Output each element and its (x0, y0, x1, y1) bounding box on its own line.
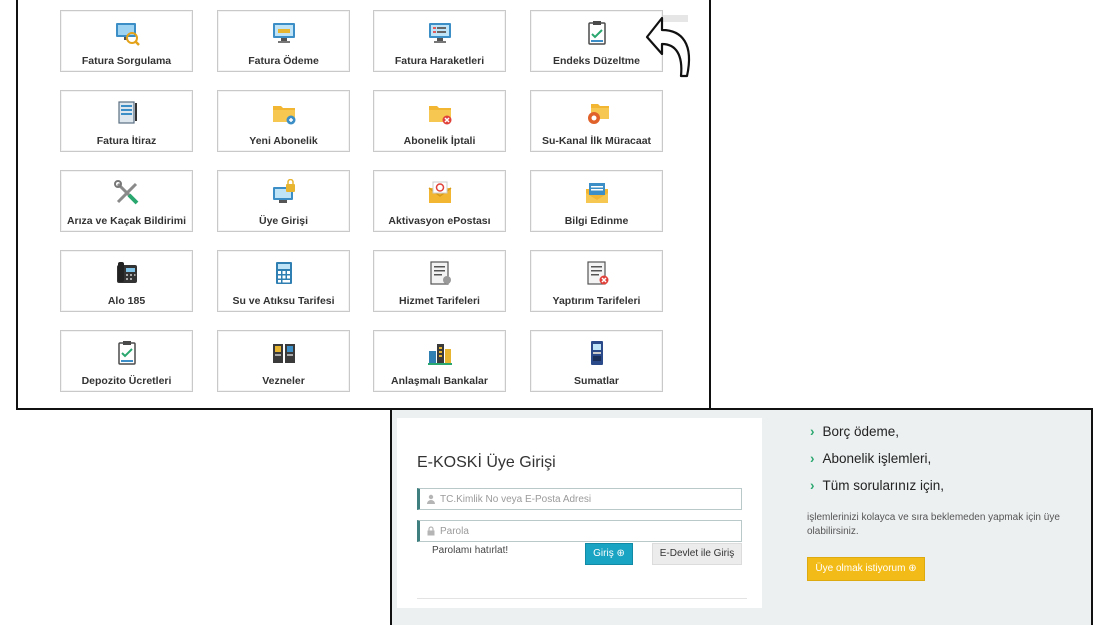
envelope-letter-icon (585, 183, 608, 203)
tile-label: Fatura Sorgulama (81, 55, 172, 67)
monitor-payment-icon (272, 23, 295, 43)
tile-vezneler[interactable]: Vezneler (217, 330, 350, 392)
tile-label: Fatura İtiraz (96, 135, 157, 147)
login-form: E-KOSKİ Üye Girişi Parolamı hatırlat! Gi… (397, 418, 762, 608)
tile-yaptirim-tarifeleri[interactable]: Yaptırım Tarifeleri (530, 250, 663, 312)
document-list-icon (429, 261, 451, 285)
chevron-right-icon: › (810, 424, 815, 439)
login-panel: E-KOSKİ Üye Girişi Parolamı hatırlat! Gi… (390, 408, 1093, 625)
tile-label: Anlaşmalı Bankalar (391, 375, 488, 387)
membership-description: işlemlerinizi kolayca ve sıra beklemeden… (807, 512, 1060, 537)
tile-label: Hizmet Tarifeleri (399, 295, 480, 307)
tile-depozito-ucretleri[interactable]: Depozito Ücretleri (60, 330, 193, 392)
curved-back-arrow-icon (645, 16, 691, 78)
forgot-password-link[interactable]: Parolamı hatırlat! (432, 545, 508, 556)
services-panel: Fatura Sorgulama Fatura Ödeme Fatura Har… (16, 0, 711, 410)
tile-label: Aktivasyon ePostası (388, 215, 491, 227)
clipboard-check-icon (117, 341, 136, 365)
folder-cancel-icon (428, 106, 451, 125)
envelope-at-icon (428, 181, 451, 203)
telephone-icon (116, 262, 137, 283)
atm-kiosk-icon (590, 341, 603, 365)
tile-label: Su-Kanal İlk Müracaat (541, 135, 652, 147)
password-input[interactable] (440, 523, 735, 539)
tile-anlasmali-bankalar[interactable]: Anlaşmalı Bankalar (373, 330, 506, 392)
tile-label: Yaptırım Tarifeleri (552, 295, 641, 307)
tools-icon (113, 180, 138, 205)
benefit-item-2: › Abonelik işlemleri, (810, 451, 931, 466)
tile-label: Fatura Haraketleri (394, 55, 485, 67)
password-field[interactable] (417, 520, 742, 542)
cashier-desk-icon (272, 344, 295, 363)
lock-icon (427, 526, 435, 536)
folder-gear-icon (587, 104, 609, 124)
username-input[interactable] (440, 491, 735, 507)
chevron-right-icon: › (810, 478, 815, 493)
tile-yeni-abonelik[interactable]: Yeni Abonelik (217, 90, 350, 152)
tile-label: Su ve Atıksu Tarifesi (232, 295, 335, 307)
chevron-right-icon: › (810, 451, 815, 466)
benefit-text: Tüm sorularınız için, (822, 478, 945, 493)
benefit-item-1: › Borç ödeme, (810, 424, 899, 439)
tile-sumatlar[interactable]: Sumatlar (530, 330, 663, 392)
become-member-button[interactable]: Üye olmak istiyorum ⊕ (807, 557, 925, 581)
tile-hizmet-tarifeleri[interactable]: Hizmet Tarifeleri (373, 250, 506, 312)
tile-alo-185[interactable]: Alo 185 (60, 250, 193, 312)
user-icon (427, 494, 435, 504)
tile-label: Üye Girişi (258, 215, 309, 227)
tile-fatura-haraketleri[interactable]: Fatura Haraketleri (373, 10, 506, 72)
tile-fatura-itiraz[interactable]: Fatura İtiraz (60, 90, 193, 152)
benefit-item-3: › Tüm sorularınız için, (810, 478, 944, 493)
tile-label: Vezneler (262, 375, 305, 387)
tile-fatura-odeme[interactable]: Fatura Ödeme (217, 10, 350, 72)
monitor-search-icon (115, 23, 140, 46)
tile-abonelik-iptali[interactable]: Abonelik İptali (373, 90, 506, 152)
tile-label: Yeni Abonelik (249, 135, 318, 147)
form-divider (417, 598, 747, 599)
tile-su-ve-atiksu-tarifesi[interactable]: Su ve Atıksu Tarifesi (217, 250, 350, 312)
document-cancel-icon (586, 261, 608, 285)
monitor-list-icon (428, 23, 451, 43)
tile-label: Bilgi Edinme (564, 215, 629, 227)
login-button[interactable]: Giriş ⊕ (585, 543, 633, 565)
tile-fatura-sorgulama[interactable]: Fatura Sorgulama (60, 10, 193, 72)
tile-label: Fatura Ödeme (248, 55, 319, 67)
login-title: E-KOSKİ Üye Girişi (417, 454, 556, 471)
tile-su-kanal-ilk-muracaat[interactable]: Su-Kanal İlk Müracaat (530, 90, 663, 152)
tile-aktivasyon-epostasi[interactable]: Aktivasyon ePostası (373, 170, 506, 232)
monitor-lock-icon (272, 179, 295, 203)
tile-uye-girisi[interactable]: Üye Girişi (217, 170, 350, 232)
tile-label: Depozito Ücretleri (81, 375, 172, 387)
tile-label: Sumatlar (574, 375, 619, 387)
clipboard-check-icon (587, 21, 606, 45)
tile-bilgi-edinme[interactable]: Bilgi Edinme (530, 170, 663, 232)
edevlet-login-button[interactable]: E-Devlet ile Giriş (652, 543, 742, 565)
tile-label: Alo 185 (107, 295, 146, 307)
folder-add-icon (272, 106, 295, 125)
tile-label: Abonelik İptali (403, 135, 476, 147)
benefit-text: Abonelik işlemleri, (822, 451, 932, 466)
document-pen-icon (117, 101, 137, 124)
tile-ariza-ve-kacak-bildirimi[interactable]: Arıza ve Kaçak Bildirimi (60, 170, 193, 232)
bank-buildings-icon (427, 344, 452, 365)
calculator-icon (275, 262, 292, 284)
benefit-text: Borç ödeme, (822, 424, 900, 439)
username-field[interactable] (417, 488, 742, 510)
tile-label: Arıza ve Kaçak Bildirimi (66, 215, 187, 227)
